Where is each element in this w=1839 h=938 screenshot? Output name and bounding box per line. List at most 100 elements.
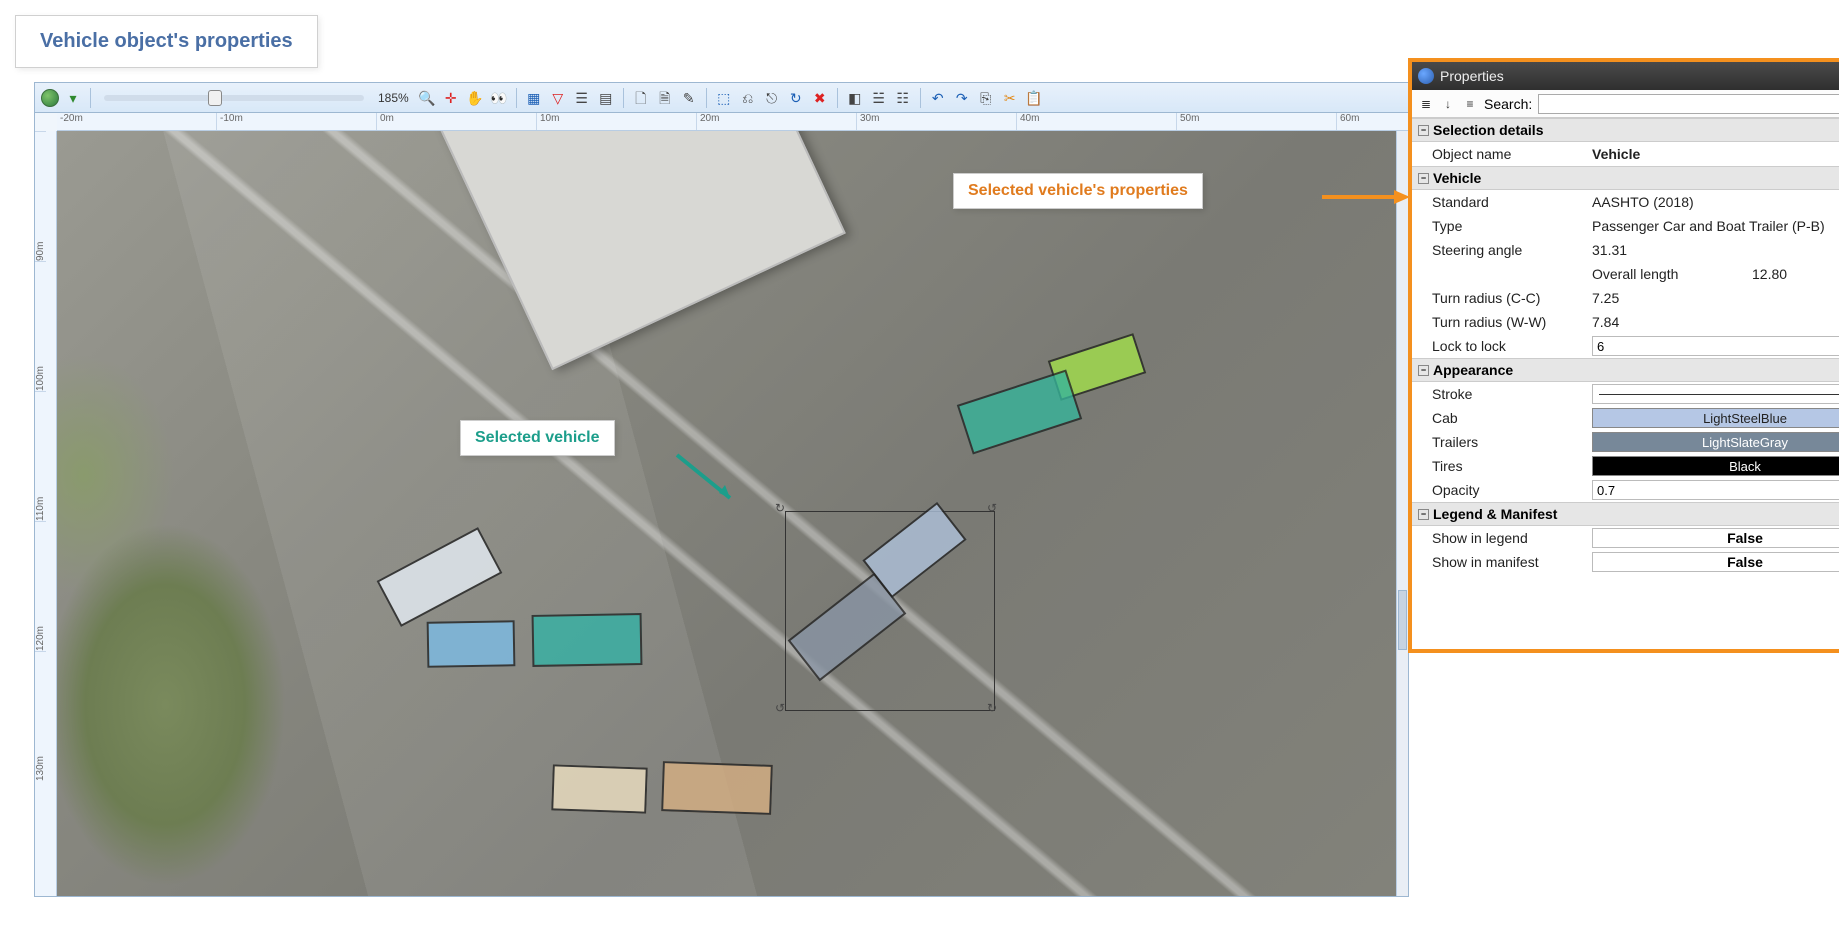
- collapse-icon[interactable]: −: [1418, 365, 1429, 376]
- target-button[interactable]: ✛: [441, 87, 461, 109]
- toolbar-separator: [920, 88, 921, 108]
- ruler-tick: 40m: [1017, 113, 1177, 130]
- mirror-h-button[interactable]: ◧: [845, 87, 865, 109]
- search-label: Search:: [1484, 96, 1532, 112]
- edit-doc-button[interactable]: ✎: [679, 87, 699, 109]
- paste-button[interactable]: 📋: [1024, 87, 1044, 109]
- prop-lock-to-lock[interactable]: Lock to lock ◆ s: [1412, 334, 1839, 358]
- prop-label: Show in manifest: [1432, 554, 1592, 570]
- bool-value[interactable]: False: [1592, 528, 1839, 548]
- toolbar: ▾ 185% 🔍 ✛ ✋ 👀 ▦ ▽ ☰ ▤ 🗋 🗎 ✎ ⬚ ⎌ ⎋ ↻ ✖ ◧…: [35, 83, 1408, 113]
- undo-button[interactable]: ↶: [928, 87, 948, 109]
- section-appearance[interactable]: − Appearance: [1412, 358, 1839, 382]
- lock-to-lock-input[interactable]: [1592, 336, 1839, 356]
- color-swatch-tires[interactable]: Black: [1592, 456, 1839, 476]
- distribute-button[interactable]: ☷: [893, 87, 913, 109]
- palette-button[interactable]: ▦: [524, 87, 544, 109]
- vehicle-overlay[interactable]: [427, 620, 516, 668]
- properties-icon: [1418, 68, 1434, 84]
- sort-icon[interactable]: ↓: [1440, 96, 1456, 112]
- prop-label: Overall length: [1592, 266, 1752, 282]
- vehicle-overlay[interactable]: [532, 613, 643, 667]
- vehicle-overlay[interactable]: [957, 370, 1082, 455]
- zoom-slider[interactable]: [104, 95, 364, 101]
- properties-titlebar[interactable]: Properties ⟲ ✕: [1412, 62, 1839, 90]
- hand-button[interactable]: ✋: [465, 87, 485, 109]
- prop-trailers-color[interactable]: Trailers LightSlateGray: [1412, 430, 1839, 454]
- yield-button[interactable]: ▽: [548, 87, 568, 109]
- group-button[interactable]: ⬚: [714, 87, 734, 109]
- ruler-tick: 100m: [35, 261, 46, 391]
- vehicle-overlay[interactable]: [551, 764, 648, 813]
- ruler-tick: 120m: [35, 521, 46, 651]
- prop-show-in-manifest[interactable]: Show in manifest False: [1412, 550, 1839, 574]
- refresh-button[interactable]: ↻: [786, 87, 806, 109]
- section-vehicle[interactable]: − Vehicle: [1412, 166, 1839, 190]
- map-canvas[interactable]: ↺ ↻ ↻ ↺: [57, 131, 1408, 896]
- section-legend-manifest[interactable]: − Legend & Manifest: [1412, 502, 1839, 526]
- toolbar-separator: [90, 88, 91, 108]
- callout-selected-vehicle-properties: Selected vehicle's properties: [953, 173, 1203, 209]
- toolbar-separator: [837, 88, 838, 108]
- prop-value: 31.31: [1592, 242, 1839, 258]
- copy-button[interactable]: ⎘: [976, 87, 996, 109]
- prop-value: Vehicle: [1592, 146, 1839, 162]
- categorize-icon[interactable]: ≣: [1418, 96, 1434, 112]
- new-doc-button[interactable]: 🗋: [631, 87, 651, 109]
- prop-label: Tires: [1432, 458, 1592, 474]
- collapse-icon[interactable]: −: [1418, 509, 1429, 520]
- redo-button[interactable]: ↷: [952, 87, 972, 109]
- prop-value[interactable]: Passenger Car and Boat Trailer (P-B): [1592, 218, 1839, 234]
- delete-button[interactable]: ✖: [810, 87, 830, 109]
- rotate-handle-icon[interactable]: ↺: [775, 701, 787, 713]
- ruler-tick: -10m: [217, 113, 377, 130]
- open-doc-button[interactable]: 🗎: [655, 87, 675, 109]
- prop-standard[interactable]: Standard AASHTO (2018): [1412, 190, 1839, 214]
- toolbar-separator: [706, 88, 707, 108]
- prop-show-in-legend[interactable]: Show in legend False: [1412, 526, 1839, 550]
- stroke-preview[interactable]: [1592, 384, 1839, 404]
- link-button[interactable]: ⎌: [738, 87, 758, 109]
- section-selection-details[interactable]: − Selection details: [1412, 118, 1839, 142]
- rotate-handle-icon[interactable]: ↺: [987, 501, 999, 513]
- cut-button[interactable]: ✂: [1000, 87, 1020, 109]
- find-button[interactable]: 👀: [489, 87, 509, 109]
- prop-cab-color[interactable]: Cab LightSteelBlue: [1412, 406, 1839, 430]
- zoom-tool-button[interactable]: 🔍: [417, 87, 437, 109]
- prop-value[interactable]: AASHTO (2018): [1592, 194, 1839, 210]
- vehicle-overlay[interactable]: [377, 527, 503, 627]
- prop-type[interactable]: Type Passenger Car and Boat Trailer (P-B…: [1412, 214, 1839, 238]
- ruler-tick: 20m: [697, 113, 857, 130]
- zoom-level-text: 185%: [378, 91, 409, 105]
- rotate-handle-icon[interactable]: ↻: [775, 501, 787, 513]
- globe-icon[interactable]: [41, 89, 59, 107]
- unlink-button[interactable]: ⎋: [762, 87, 782, 109]
- zoom-slider-thumb[interactable]: [208, 90, 222, 106]
- layers-dropdown-button[interactable]: ▾: [63, 87, 83, 109]
- expand-icon[interactable]: ≡: [1462, 96, 1478, 112]
- prop-tires-color[interactable]: Tires Black: [1412, 454, 1839, 478]
- color-swatch-cab[interactable]: LightSteelBlue: [1592, 408, 1839, 428]
- bool-value[interactable]: False: [1592, 552, 1839, 572]
- prop-turn-radius-ww: Turn radius (W-W) 7.84 m: [1412, 310, 1839, 334]
- collapse-icon[interactable]: −: [1418, 125, 1429, 136]
- vehicle-overlay[interactable]: [661, 761, 773, 815]
- color-swatch-trailers[interactable]: LightSlateGray: [1592, 432, 1839, 452]
- ruler-tick: -20m: [57, 113, 217, 130]
- prop-label: Stroke: [1432, 386, 1592, 402]
- properties-toolbar: ≣ ↓ ≡ Search:: [1412, 90, 1839, 118]
- vertical-scrollbar[interactable]: [1396, 131, 1408, 896]
- grid-button[interactable]: ▤: [596, 87, 616, 109]
- collapse-icon[interactable]: −: [1418, 173, 1429, 184]
- ruler-tick: 130m: [35, 651, 46, 781]
- prop-label: Trailers: [1432, 434, 1592, 450]
- align-button[interactable]: ☱: [869, 87, 889, 109]
- prop-opacity[interactable]: Opacity ◆: [1412, 478, 1839, 502]
- scrollbar-thumb[interactable]: [1398, 590, 1407, 650]
- list-button[interactable]: ☰: [572, 87, 592, 109]
- ruler-tick: 0m: [377, 113, 537, 130]
- prop-stroke[interactable]: Stroke 0.75: [1412, 382, 1839, 406]
- rotate-handle-icon[interactable]: ↻: [987, 701, 999, 713]
- search-input[interactable]: [1538, 94, 1839, 114]
- opacity-input[interactable]: [1592, 480, 1839, 500]
